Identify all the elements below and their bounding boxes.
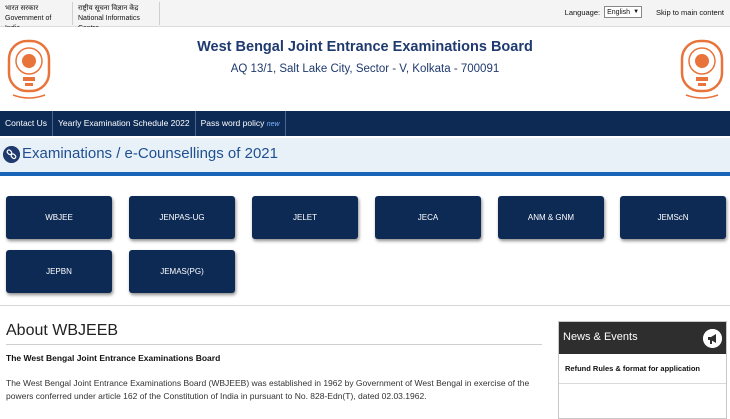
section-divider <box>0 305 730 306</box>
gov-hindi-label: भारत सरकार <box>5 5 39 12</box>
exam-button-wbjee[interactable]: WBJEE <box>6 196 112 239</box>
exam-button-jemas-pg[interactable]: JEMAS(PG) <box>129 250 235 293</box>
nav-yearly-schedule[interactable]: Yearly Examination Schedule 2022 <box>53 111 196 136</box>
news-header: News & Events <box>559 322 726 354</box>
exam-button-jelet[interactable]: JELET <box>252 196 358 239</box>
section-title: Examinations / e-Counsellings of 2021 <box>22 145 278 162</box>
about-subtitle: The West Bengal Joint Entrance Examinati… <box>6 353 221 363</box>
chevron-down-icon: ▼ <box>633 9 640 15</box>
news-title: News & Events <box>563 331 638 343</box>
nav-password-policy-label: Pass word policy <box>200 118 265 128</box>
language-select[interactable]: English ▼ <box>604 6 643 18</box>
site-header: West Bengal Joint Entrance Examinations … <box>0 27 730 111</box>
news-divider <box>559 383 726 384</box>
link-icon <box>3 146 20 163</box>
top-right-controls: Language: English ▼ Skip to main content <box>565 6 724 18</box>
exam-button-jenpas-ug[interactable]: JENPAS-UG <box>129 196 235 239</box>
exam-button-jepbn[interactable]: JEPBN <box>6 250 112 293</box>
main-navbar: Contact Us Yearly Examination Schedule 2… <box>0 111 730 136</box>
exam-button-anm-gnm[interactable]: ANM & GNM <box>498 196 604 239</box>
nav-contact-us[interactable]: Contact Us <box>0 111 54 136</box>
news-item-refund-rules[interactable]: Refund Rules & format for application <box>565 364 700 373</box>
exam-button-jeca[interactable]: JECA <box>375 196 481 239</box>
nic-link[interactable]: राष्ट्रीय सूचना विज्ञान केंद्र National … <box>72 2 160 32</box>
about-title: About WBJEEB <box>6 322 119 339</box>
government-of-india-link[interactable]: भारत सरकार Government of India <box>0 2 72 32</box>
org-address: AQ 13/1, Salt Lake City, Sector - V, Kol… <box>230 63 500 75</box>
about-divider <box>6 344 542 345</box>
nic-hindi-label: राष्ट्रीय सूचना विज्ञान केंद्र <box>78 5 139 12</box>
exam-button-jemscn[interactable]: JEMScN <box>620 196 726 239</box>
nav-password-policy[interactable]: Pass word policy new <box>196 111 286 136</box>
about-text: The West Bengal Joint Entrance Examinati… <box>6 378 530 401</box>
news-events-panel: News & Events Refund Rules & format for … <box>558 321 727 419</box>
language-selected-value: English <box>607 8 631 16</box>
new-badge: new <box>266 121 280 128</box>
language-label: Language: <box>564 7 601 17</box>
megaphone-icon <box>703 329 722 348</box>
skip-to-main-link[interactable]: Skip to main content <box>656 8 724 17</box>
section-heading-bar: Examinations / e-Counsellings of 2021 <box>0 138 730 176</box>
page-title: West Bengal Joint Entrance Examinations … <box>197 39 533 55</box>
wbjeeb-emblem-icon <box>680 39 724 99</box>
top-utility-bar: भारत सरकार Government of India राष्ट्रीय… <box>0 0 730 32</box>
